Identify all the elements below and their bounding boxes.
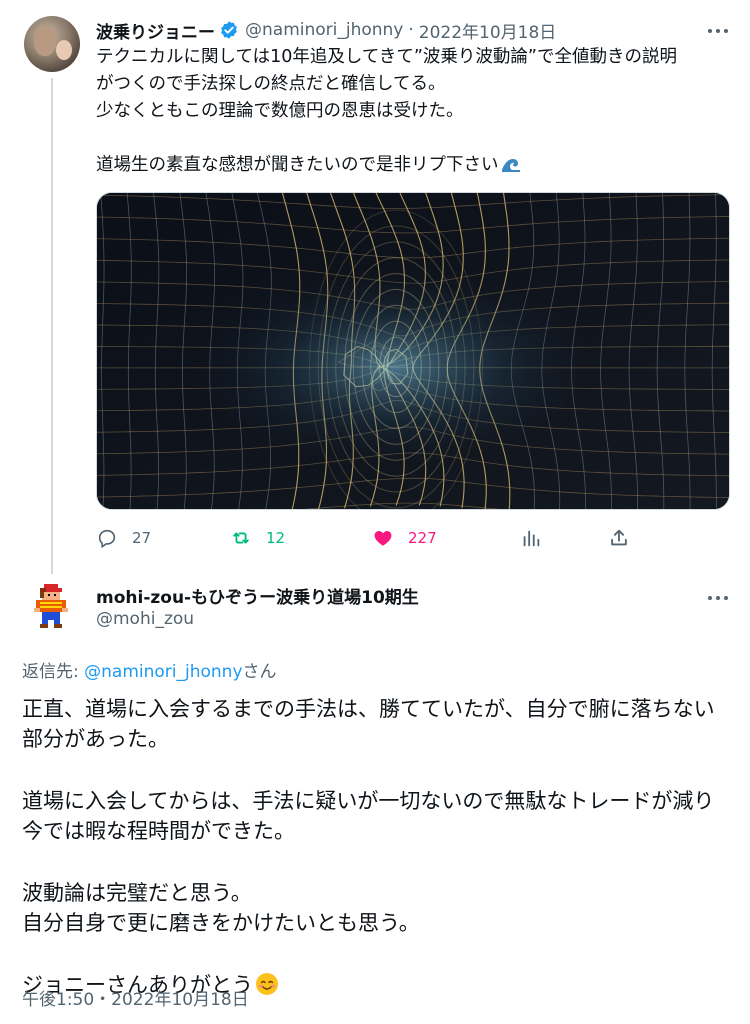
heart-icon (374, 530, 392, 546)
tweet-text-line: 少なくともこの理論で数億円の恩恵は受けた。 (96, 101, 464, 121)
smiling-face-emoji-icon (256, 973, 278, 995)
tweet-image[interactable] (96, 192, 730, 510)
author-handle[interactable]: @mohi_zou (96, 609, 194, 629)
tweet-timestamp[interactable]: 午後1:50・2022年10月18日 (22, 985, 249, 1010)
tweet-actions: 27 12 227 (96, 524, 636, 552)
tweet-text-segment: 道場生の素直な感想が聞きたいので是非リプ下さい (96, 155, 499, 175)
tweet-header: 波乗りジョニー @naminori_jhonny · 2022年10月18日 (96, 18, 736, 43)
wave-emoji-icon (500, 153, 521, 173)
tweet-text-line: 自分自身で更に磨きをかけたいとも思う。 (22, 911, 420, 935)
retweet-count: 12 (266, 529, 286, 547)
tweet-date[interactable]: 2022年10月18日 (419, 18, 557, 43)
avatar-face-child (56, 40, 72, 60)
tweet-text: 正直、道場に入会するまでの手法は、勝てていたが、自分で腑に落ちない 部分があった… (22, 694, 734, 1000)
wavy-grid-artwork-icon (97, 193, 729, 509)
analytics-bar-chart-icon (523, 530, 540, 547)
retweet-button[interactable]: 12 (230, 524, 285, 552)
replying-to-suffix: さん (242, 662, 277, 682)
tweet-text-line: 道場に入会してからは、手法に疑いが一切ないので無駄なトレードが減り (22, 789, 715, 813)
tweet-thread: 波乗りジョニー @naminori_jhonny · 2022年10月18日 テ… (0, 0, 750, 1024)
retweet-icon (233, 532, 249, 544)
avatar-face-adult (34, 26, 56, 56)
reply-button[interactable]: 27 (96, 524, 151, 552)
tweet-text-line: 道場生の素直な感想が聞きたいので是非リプ下さい (96, 152, 732, 179)
replying-to-prefix: 返信先: (22, 662, 85, 682)
tweet-text-line: 部分があった。 (22, 727, 169, 751)
replying-to: 返信先: @naminori_jhonnyさん (22, 657, 277, 682)
tweet-text-line: 波動論は完璧だと思う。 (22, 881, 252, 905)
author-handle[interactable]: @naminori_jhonny (245, 20, 403, 40)
analytics-button[interactable] (520, 524, 556, 552)
author-name[interactable]: mohi-zou-もひぞうー波乗り道場10期生 (96, 583, 419, 608)
like-button[interactable]: 227 (372, 524, 437, 552)
share-upload-icon (611, 529, 627, 546)
avatar[interactable] (24, 16, 80, 72)
tweet-text-line: 今では暇な程時間ができた。 (22, 819, 295, 843)
tweet-text-line: テクニカルに関しては10年追及してきて”波乗り波動論”で全値動きの説明 (96, 47, 677, 67)
like-count: 227 (408, 529, 437, 547)
reply-count: 27 (132, 529, 152, 547)
verified-badge-icon (221, 21, 237, 39)
more-options-icon[interactable] (708, 21, 728, 41)
tweet-text-line: がつくので手法探しの終点だと確信してる。 (96, 74, 446, 94)
tweet-text: テクニカルに関しては10年追及してきて”波乗り波動論”で全値動きの説明 がつくの… (96, 44, 732, 179)
more-options-icon[interactable] (708, 588, 728, 608)
thread-connector-line (51, 78, 53, 574)
replying-to-mention-link[interactable]: @naminori_jhonny (84, 662, 242, 682)
share-button[interactable] (608, 524, 644, 552)
avatar[interactable] (34, 584, 68, 628)
header-separator: · (408, 20, 414, 40)
author-name[interactable]: 波乗りジョニー (96, 18, 215, 43)
tweet-text-line: 正直、道場に入会するまでの手法は、勝てていたが、自分で腑に落ちない (22, 697, 715, 721)
reply-icon (98, 529, 116, 548)
